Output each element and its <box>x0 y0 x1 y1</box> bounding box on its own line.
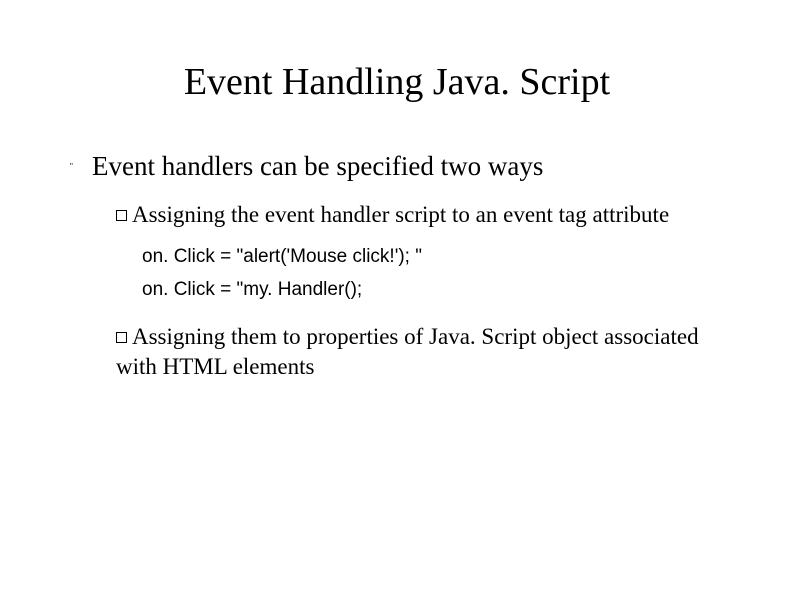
code-block: on. Click = "alert('Mouse click!'); " on… <box>142 240 724 307</box>
bullet-level2: Assigning them to properties of Java. Sc… <box>116 322 724 382</box>
slide-title: Event Handling Java. Script <box>70 60 724 104</box>
code-line: on. Click = "my. Handler(); <box>142 273 724 306</box>
bullet-level1: " Event handlers can be specified two wa… <box>70 150 724 184</box>
bullet-level2: Assigning the event handler script to an… <box>116 200 724 230</box>
bullet-text: Event handlers can be specified two ways <box>92 150 543 184</box>
sub-bullet-text: Assigning them to properties of Java. Sc… <box>116 322 724 382</box>
slide: Event Handling Java. Script " Event hand… <box>0 0 794 432</box>
bullet-marker-icon: " <box>70 150 92 184</box>
sub-bullet-text: Assigning the event handler script to an… <box>116 200 669 230</box>
code-line: on. Click = "alert('Mouse click!'); " <box>142 240 724 273</box>
